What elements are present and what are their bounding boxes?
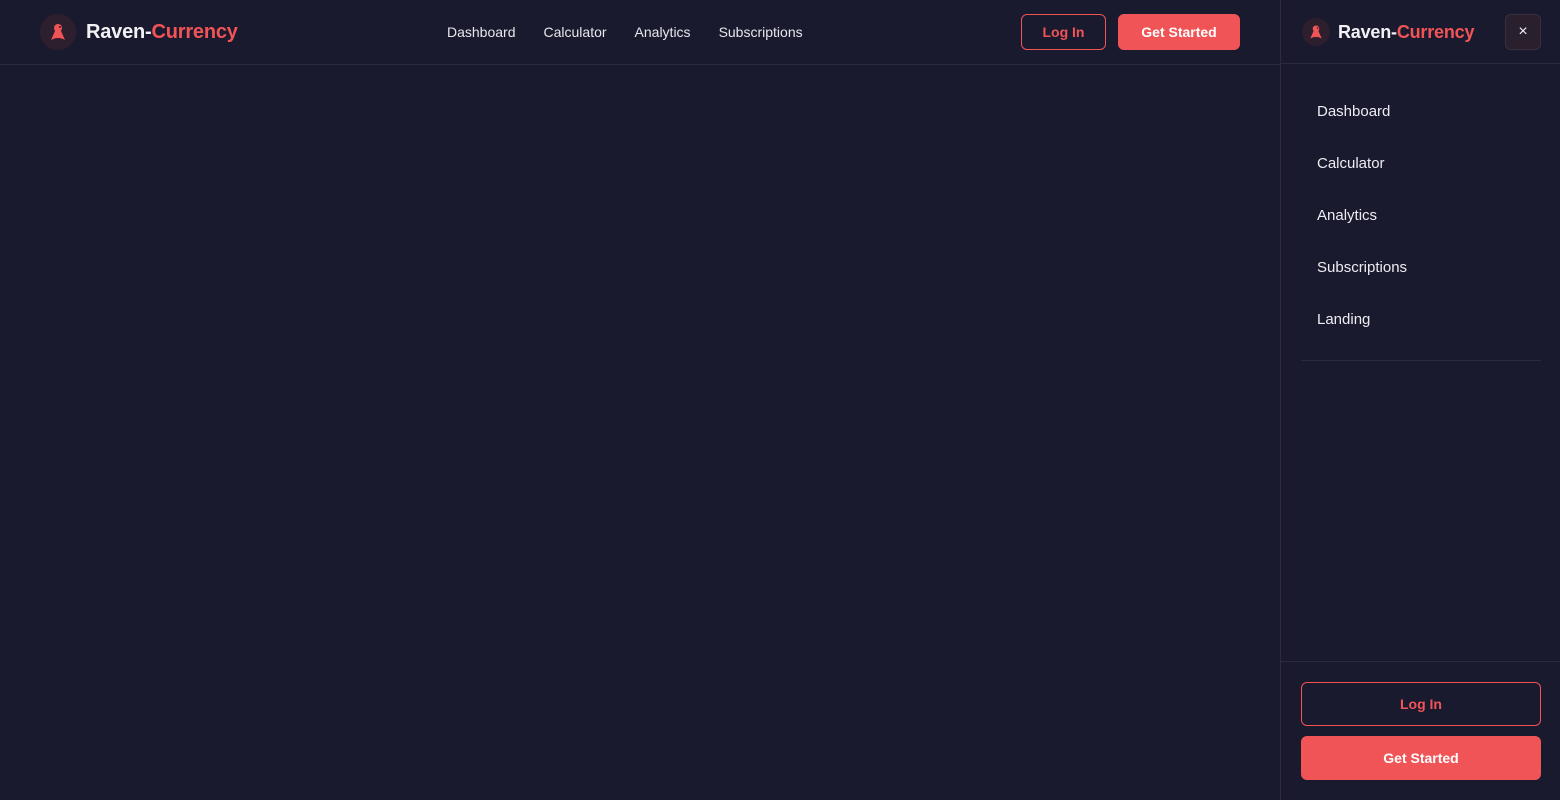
mobile-drawer: Raven-Currency × Dashboard Calculator An… xyxy=(1280,0,1560,800)
drawer-brand[interactable]: Raven-Currency xyxy=(1302,18,1474,46)
close-icon[interactable]: × xyxy=(1505,14,1541,50)
raven-icon xyxy=(40,14,76,50)
nav-subscriptions[interactable]: Subscriptions xyxy=(719,24,803,40)
drawer-footer: Log In Get Started xyxy=(1281,661,1560,800)
drawer-divider xyxy=(1301,360,1541,361)
drawer-brand-name-accent: Currency xyxy=(1396,21,1475,42)
drawer-brand-name: Raven-Currency xyxy=(1338,22,1474,43)
drawer-nav-dashboard[interactable]: Dashboard xyxy=(1301,86,1541,138)
brand-name-first: Raven- xyxy=(86,20,152,43)
drawer-login-button[interactable]: Log In xyxy=(1301,682,1541,726)
drawer-brand-name-first: Raven- xyxy=(1338,21,1397,42)
page: Raven-Currency Dashboard Calculator Anal… xyxy=(0,0,1560,800)
nav-calculator[interactable]: Calculator xyxy=(544,24,607,40)
drawer-header: Raven-Currency × xyxy=(1281,0,1560,64)
brand-name: Raven-Currency xyxy=(86,21,238,44)
brand[interactable]: Raven-Currency xyxy=(40,14,238,50)
drawer-nav-landing[interactable]: Landing xyxy=(1301,294,1541,346)
nav-dashboard[interactable]: Dashboard xyxy=(447,24,516,40)
drawer-nav-analytics[interactable]: Analytics xyxy=(1301,190,1541,242)
get-started-button[interactable]: Get Started xyxy=(1118,14,1240,50)
top-header: Raven-Currency Dashboard Calculator Anal… xyxy=(0,0,1280,65)
drawer-nav: Dashboard Calculator Analytics Subscript… xyxy=(1301,86,1541,346)
nav-analytics[interactable]: Analytics xyxy=(635,24,691,40)
brand-name-accent: Currency xyxy=(151,20,238,43)
drawer-nav-calculator[interactable]: Calculator xyxy=(1301,138,1541,190)
drawer-nav-subscriptions[interactable]: Subscriptions xyxy=(1301,242,1541,294)
header-nav: Dashboard Calculator Analytics Subscript… xyxy=(447,0,831,64)
raven-icon xyxy=(1302,18,1330,46)
drawer-get-started-button[interactable]: Get Started xyxy=(1301,736,1541,780)
login-button[interactable]: Log In xyxy=(1021,14,1106,50)
